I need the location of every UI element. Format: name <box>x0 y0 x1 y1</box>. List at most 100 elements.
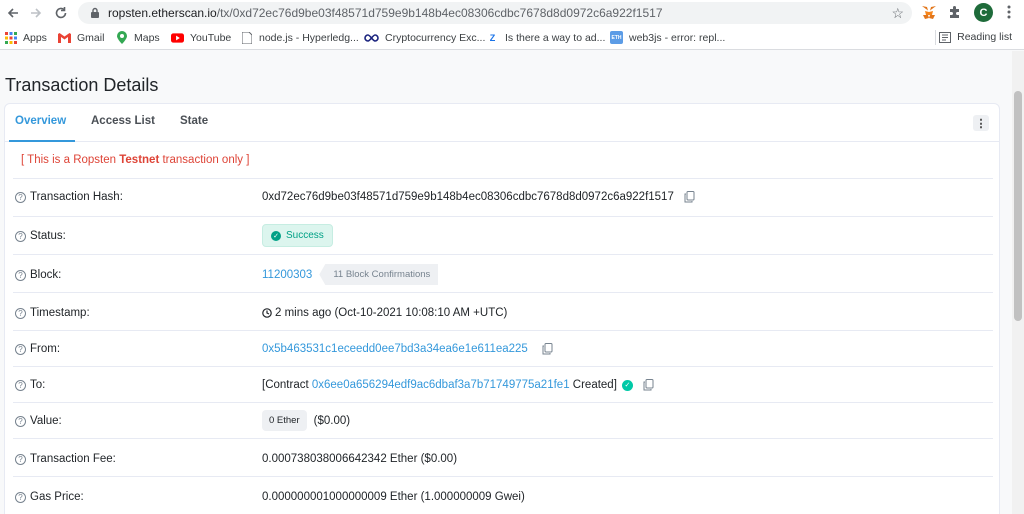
row-status: ? Status: ✓ Success <box>13 216 993 254</box>
testnet-prefix: [ This is a Ropsten <box>21 154 120 166</box>
tab-bar: Overview Access List State ⋮ <box>5 104 999 142</box>
lock-icon <box>88 6 102 20</box>
testnet-notice: [ This is a Ropsten Testnet transaction … <box>21 154 249 166</box>
help-icon[interactable]: ? <box>15 307 26 319</box>
timestamp-label: ? Timestamp: <box>15 307 90 319</box>
help-icon[interactable]: ? <box>15 343 26 355</box>
bookmark-cryptocurrency[interactable]: Cryptocurrency Exc... <box>364 31 485 44</box>
bookmark-gmail[interactable]: Gmail <box>58 31 104 44</box>
bookmark-youtube[interactable]: YouTube <box>171 31 231 44</box>
to-suffix: Created] <box>569 379 617 391</box>
row-gas-price: ? Gas Price: 0.000000001000000009 Ether (… <box>13 476 993 514</box>
eth-icon: ETH <box>610 31 623 44</box>
help-icon[interactable]: ? <box>15 191 26 203</box>
value-usd: ($0.00) <box>313 414 351 427</box>
clock-icon <box>262 308 272 318</box>
bookmark-label: Cryptocurrency Exc... <box>385 31 486 44</box>
bookmark-is-there-a-way[interactable]: Z Is there a way to ad... <box>486 31 606 44</box>
bookmark-apps[interactable]: Apps <box>4 31 47 44</box>
transaction-card: Overview Access List State ⋮ [ This is a… <box>4 103 1000 514</box>
chrome-menu-icon[interactable] <box>1000 3 1018 21</box>
row-transaction-hash: ? Transaction Hash: 0xd72ec76d9be03f48571… <box>13 178 993 216</box>
from-address-link[interactable]: 0x5b463531c1eceedd0ee7bd3a34ea6e1e611ea2… <box>262 343 528 355</box>
bookmark-star-icon[interactable]: ☆ <box>891 5 904 22</box>
label-text: Timestamp: <box>30 307 90 319</box>
browser-toolbar: ropsten.etherscan.io/tx/0xd72ec76d9be03f… <box>0 0 1024 25</box>
help-icon[interactable]: ? <box>15 379 26 391</box>
block-number-link[interactable]: 11200303 <box>262 269 312 281</box>
label-text: Transaction Hash: <box>30 191 123 203</box>
help-icon[interactable]: ? <box>15 269 26 281</box>
bookmark-web3js[interactable]: ETH web3js - error: repl... <box>610 31 725 44</box>
page-title: Transaction Details <box>5 75 159 95</box>
to-label: ? To: <box>15 379 45 391</box>
reading-list-button[interactable]: Reading list <box>939 31 1012 43</box>
testnet-bold: Testnet <box>119 154 160 166</box>
bookmark-maps[interactable]: Maps <box>115 31 160 44</box>
verified-check-icon: ✓ <box>621 379 633 391</box>
ether-amount-badge: 0 Ether <box>262 410 307 431</box>
transaction-hash-value: 0xd72ec76d9be03f48571d759e9b148b4ec08306… <box>262 191 696 203</box>
apps-grid-icon <box>4 31 17 44</box>
label-text: Value: <box>30 415 62 427</box>
value-value: 0 Ether ($0.00) <box>262 410 350 431</box>
address-bar[interactable]: ropsten.etherscan.io/tx/0xd72ec76d9be03f… <box>78 2 912 24</box>
tab-overview[interactable]: Overview <box>15 115 66 127</box>
profile-avatar[interactable]: C <box>974 3 993 22</box>
tab-access-list[interactable]: Access List <box>91 115 155 127</box>
block-confirmations-badge: 11 Block Confirmations <box>319 264 439 285</box>
more-options-icon[interactable]: ⋮ <box>973 115 989 131</box>
row-timestamp: ? Timestamp: 2 mins ago (Oct-10-2021 10:0… <box>13 292 993 330</box>
status-text: Success <box>286 230 324 241</box>
bookmarks-divider <box>935 30 936 45</box>
bookmark-hyperledger[interactable]: node.js - Hyperledg... <box>240 31 359 44</box>
bookmark-label: web3js - error: repl... <box>629 31 726 44</box>
label-text: Gas Price: <box>30 491 84 503</box>
timestamp-value: 2 mins ago (Oct-10-2021 10:08:10 AM +UTC… <box>262 307 507 319</box>
scrollbar-thumb[interactable] <box>1014 91 1022 321</box>
label-text: Block: <box>30 269 62 281</box>
block-label: ? Block: <box>15 269 61 281</box>
check-circle-icon: ✓ <box>271 230 281 241</box>
transaction-hash-label: ? Transaction Hash: <box>15 191 123 203</box>
status-badge: ✓ Success <box>262 224 333 247</box>
from-label: ? From: <box>15 343 60 355</box>
row-to: ? To: [Contract 0x6ee0a656294edf9ac6dbaf3… <box>13 366 993 402</box>
reading-list-icon <box>939 31 952 43</box>
page-icon <box>240 31 253 44</box>
label-text: To: <box>30 379 46 391</box>
copy-icon[interactable] <box>643 379 655 391</box>
help-icon[interactable]: ? <box>15 453 26 465</box>
tab-state[interactable]: State <box>180 115 208 127</box>
row-value: ? Value: 0 Ether ($0.00) <box>13 402 993 438</box>
help-icon[interactable]: ? <box>15 230 26 242</box>
page-scrollbar[interactable] <box>1012 51 1024 514</box>
gas-price-text: 0.000000001000000009 Ether (1.000000009 … <box>262 491 525 503</box>
copy-icon[interactable] <box>542 343 554 355</box>
bookmark-label: Gmail <box>77 31 105 44</box>
metamask-icon[interactable] <box>920 3 938 21</box>
fee-label: ? Transaction Fee: <box>15 453 116 465</box>
youtube-icon <box>171 31 184 44</box>
copy-icon[interactable] <box>684 191 696 203</box>
active-tab-indicator <box>9 140 75 142</box>
forward-icon[interactable] <box>25 2 47 24</box>
label-text: Transaction Fee: <box>30 453 116 465</box>
gas-price-label: ? Gas Price: <box>15 491 84 503</box>
reading-list-label: Reading list <box>957 31 1012 43</box>
value-label: ? Value: <box>15 415 62 427</box>
fee-value: 0.000738038006642342 Ether ($0.00) <box>262 453 457 465</box>
extensions-puzzle-icon[interactable] <box>946 3 964 21</box>
page-content: Transaction Details Overview Access List… <box>0 51 1012 514</box>
help-icon[interactable]: ? <box>15 415 26 427</box>
label-text: From: <box>30 343 61 355</box>
back-icon[interactable] <box>2 2 24 24</box>
reload-icon[interactable] <box>50 2 72 24</box>
help-icon[interactable]: ? <box>15 491 26 503</box>
bookmark-label: node.js - Hyperledg... <box>259 31 359 44</box>
from-value: 0x5b463531c1eceedd0ee7bd3a34ea6e1e611ea2… <box>262 343 554 355</box>
status-label: ? Status: <box>15 230 66 242</box>
url-path: /tx/0xd72ec76d9be03f48571d759e9b148b4ec0… <box>216 6 663 20</box>
block-value: 11200303 11 Block Confirmations <box>262 264 439 285</box>
contract-address-link[interactable]: 0x6ee0a656294edf9ac6dbaf3a7b71749775a21f… <box>312 379 570 391</box>
